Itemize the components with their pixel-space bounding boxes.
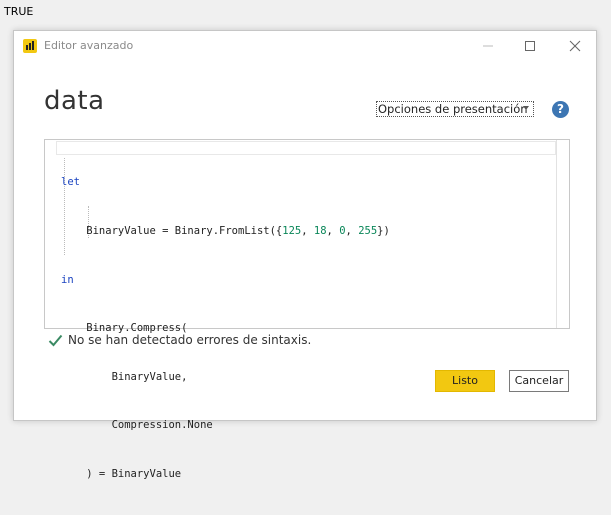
checkmark-icon bbox=[48, 334, 63, 347]
view-options-dropdown[interactable]: Opciones de presentación bbox=[376, 101, 534, 117]
chevron-down-icon bbox=[523, 106, 529, 110]
close-icon[interactable] bbox=[563, 36, 587, 56]
help-icon[interactable]: ? bbox=[552, 101, 569, 118]
cancel-button[interactable]: Cancelar bbox=[509, 370, 569, 392]
outer-cell-label: TRUE bbox=[4, 5, 34, 18]
power-bi-icon bbox=[23, 39, 37, 53]
code-line: BinaryValue = Binary.FromList({125, 18, … bbox=[61, 225, 390, 238]
window-title: Editor avanzado bbox=[44, 39, 134, 52]
code-line: let bbox=[61, 176, 80, 189]
vertical-scrollbar[interactable] bbox=[556, 140, 569, 328]
advanced-editor-dialog: Editor avanzado data Opciones de present… bbox=[13, 30, 597, 480]
minimize-icon[interactable] bbox=[476, 36, 500, 56]
code-editor[interactable]: let BinaryValue = Binary.FromList({125, … bbox=[44, 139, 570, 480]
query-name-heading: data bbox=[44, 86, 105, 116]
code-text[interactable]: let BinaryValue = Binary.FromList({125, … bbox=[61, 142, 390, 515]
code-line: ) = BinaryValue bbox=[61, 468, 182, 481]
code-line: in bbox=[61, 273, 74, 286]
syntax-status-text: No se han detectado errores de sintaxis. bbox=[68, 333, 312, 347]
code-line: Compression.None bbox=[61, 419, 213, 432]
maximize-icon[interactable] bbox=[518, 36, 542, 56]
view-options-label: Opciones de presentación bbox=[378, 102, 528, 116]
title-bar: Editor avanzado bbox=[14, 31, 596, 61]
code-line: BinaryValue, bbox=[61, 370, 188, 383]
done-button[interactable]: Listo bbox=[435, 370, 495, 392]
